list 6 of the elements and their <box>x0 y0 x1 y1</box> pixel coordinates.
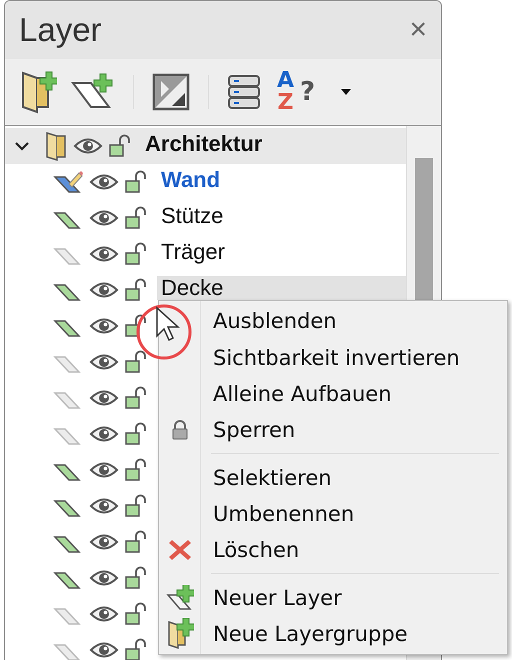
layer-name: Träger <box>160 240 226 264</box>
panel-title: Layer <box>19 11 102 49</box>
group-name: Architektur <box>144 132 264 156</box>
layer-name: Decke <box>157 276 406 300</box>
layer-name: Stütze <box>160 204 224 228</box>
layer-name: Wand <box>160 168 222 192</box>
